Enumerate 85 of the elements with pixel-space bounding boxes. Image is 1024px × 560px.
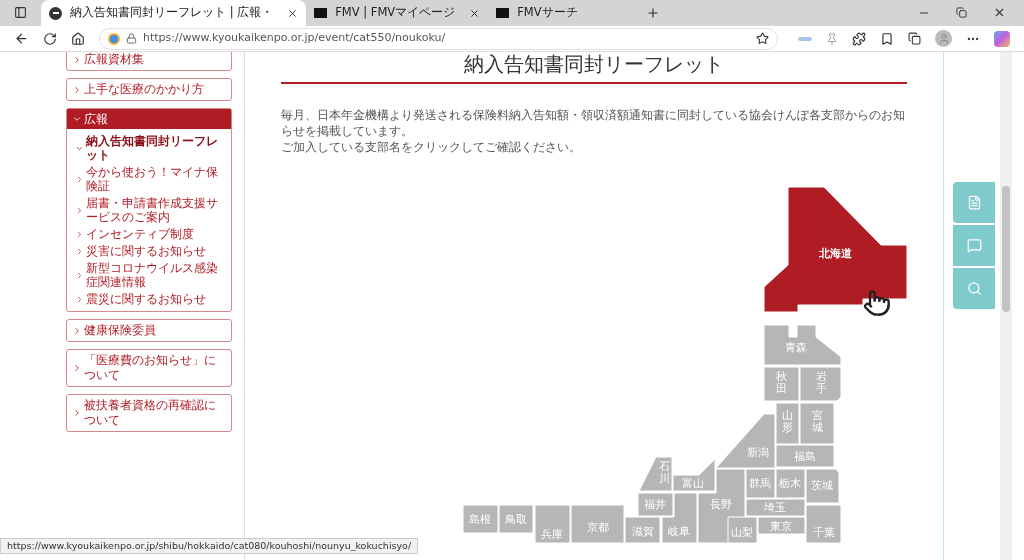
status-url: https://www.kyoukaikenpo.or.jp/shibu/hokkaido/cat080/kouhoshi/nounyu_kokuchisyo/ xyxy=(7,538,412,553)
prefecture-region[interactable]: 群馬 xyxy=(745,468,776,499)
prefecture-region[interactable]: 岐阜 xyxy=(661,492,698,544)
chevron-right-icon xyxy=(72,54,82,65)
prefecture-region[interactable]: 北海道 xyxy=(763,186,908,313)
collections-icon[interactable] xyxy=(908,32,921,45)
sidebar-subitem[interactable]: 今から使おう！マイナ保険証 xyxy=(75,165,229,193)
sidebar-subitem[interactable]: 届書・申請書作成支援サービスのご案内 xyxy=(75,196,229,224)
restore-icon[interactable] xyxy=(956,7,967,18)
chevron-right-icon xyxy=(72,325,82,336)
sidebar-item[interactable]: 広報 xyxy=(67,109,231,129)
prefecture-region[interactable]: 福井 xyxy=(637,492,674,517)
sidebar-item[interactable]: 被扶養者資格の再確認について xyxy=(66,394,232,432)
chevron-down-icon xyxy=(72,114,82,124)
prefecture-region[interactable]: 埼玉 xyxy=(745,498,806,517)
sidebar-subitem[interactable]: インセンティブ制度 xyxy=(75,227,229,241)
pin-icon[interactable] xyxy=(826,32,838,45)
prefecture-region[interactable]: 栃木 xyxy=(775,468,806,499)
prefecture-region[interactable]: 京都 xyxy=(570,504,625,544)
chevron-right-icon xyxy=(75,205,84,215)
sidebar-subitem[interactable]: 新型コロナウイルス感染症関連情報 xyxy=(75,261,229,289)
prefecture-region[interactable]: 山形 xyxy=(775,402,800,445)
url-text: https://www.kyoukaikenpo.or.jp/event/cat550/noukoku/ xyxy=(143,30,447,47)
tab-title: 納入告知書同封リーフレット | 広報・ xyxy=(70,4,274,22)
search-icon xyxy=(966,281,982,296)
prefecture-region[interactable]: 岩手 xyxy=(799,366,842,402)
site-logo-icon xyxy=(496,8,510,18)
prefecture-region[interactable]: 茨城 xyxy=(805,468,840,504)
sidebar-item[interactable]: 「医療費のお知らせ」について xyxy=(66,349,232,387)
browser-tab[interactable]: FMV | FMVマイページ xyxy=(306,0,489,26)
scrollbar[interactable] xyxy=(1000,52,1012,560)
prefecture-region[interactable]: 鳥取 xyxy=(498,504,534,534)
prefecture-region[interactable]: 千葉 xyxy=(805,504,842,544)
prefecture-region[interactable]: 滋賀 xyxy=(624,516,661,544)
close-icon[interactable] xyxy=(469,7,481,19)
chevron-right-icon xyxy=(75,174,84,184)
chevron-right-icon xyxy=(75,294,84,304)
browser-tab[interactable]: 納入告知書同封リーフレット | 広報・ xyxy=(41,0,307,26)
prefecture-region[interactable]: 島根 xyxy=(462,504,499,534)
browser-logo-icon xyxy=(108,32,120,45)
address-field[interactable]: https://www.kyoukaikenpo.or.jp/event/cat550/noukoku/ xyxy=(99,27,778,50)
document-icon xyxy=(966,195,982,210)
prefecture-region[interactable]: 富山 xyxy=(672,458,716,492)
browser-tab[interactable]: FMVサーチ xyxy=(488,0,639,26)
close-icon[interactable] xyxy=(287,7,299,19)
prefecture-region[interactable]: 東京 xyxy=(757,516,806,535)
sidebar-toggle-icon[interactable] xyxy=(14,6,27,19)
reload-icon[interactable] xyxy=(43,31,57,46)
home-icon[interactable] xyxy=(71,31,85,46)
prefecture-region[interactable]: 山梨 xyxy=(727,516,758,544)
lock-icon xyxy=(126,33,137,44)
prefecture-region[interactable]: 宮城 xyxy=(799,402,835,445)
sidebar-item[interactable]: 上手な医療のかかり方 xyxy=(66,78,232,101)
prefecture-region[interactable]: 青森 xyxy=(763,324,842,366)
new-tab-icon[interactable] xyxy=(646,6,661,20)
page-title: 納入告知書同封リーフレット xyxy=(281,52,907,84)
prefecture-region[interactable]: 兵庫 xyxy=(534,504,571,544)
prefecture-region[interactable]: 福島 xyxy=(775,444,835,468)
scrollbar-thumb[interactable] xyxy=(1002,186,1010,312)
intro-paragraph: 毎月、日本年金機構より発送される保険料納入告知額・領収済額通知書に同封している協会けんぽ各支部からのお知らせを掲載しています。 xyxy=(281,107,906,139)
profile-avatar[interactable] xyxy=(935,30,952,47)
chevron-right-icon xyxy=(72,408,82,418)
back-icon[interactable] xyxy=(14,31,29,46)
tab-title: FMVサーチ xyxy=(517,4,579,22)
sidebar-item[interactable]: 健康保険委員 xyxy=(66,319,232,342)
site-logo-icon xyxy=(314,8,328,18)
sidebar-subitem[interactable]: 納入告知書同封リーフレット xyxy=(75,134,229,162)
chevron-right-icon xyxy=(72,84,82,95)
chevron-right-icon xyxy=(72,363,82,373)
copilot-icon[interactable] xyxy=(994,30,1010,47)
favorites-icon[interactable] xyxy=(880,31,894,46)
intro-paragraph: ご加入している支部名をクリックしてご確認ください。 xyxy=(281,139,582,155)
sidebar-subitem[interactable]: 災害に関するお知らせ xyxy=(75,244,229,258)
hand-cursor-icon xyxy=(863,289,891,317)
prefecture-region[interactable]: 秋田 xyxy=(763,366,800,402)
favorite-star-icon[interactable] xyxy=(756,32,769,45)
tab-title: FMV | FMVマイページ xyxy=(335,4,456,22)
close-icon[interactable] xyxy=(993,6,1006,19)
prefecture-region[interactable]: 石川 xyxy=(638,456,673,492)
prefecture-region[interactable]: 新潟 xyxy=(715,413,776,469)
sidebar-subitem[interactable]: 震災に関するお知らせ xyxy=(75,292,229,306)
chevron-right-icon xyxy=(75,270,84,280)
chat-bubble-icon xyxy=(966,238,982,253)
extensions-icon[interactable] xyxy=(852,31,866,46)
sidebar-item[interactable]: 広報資材集 xyxy=(66,52,232,71)
